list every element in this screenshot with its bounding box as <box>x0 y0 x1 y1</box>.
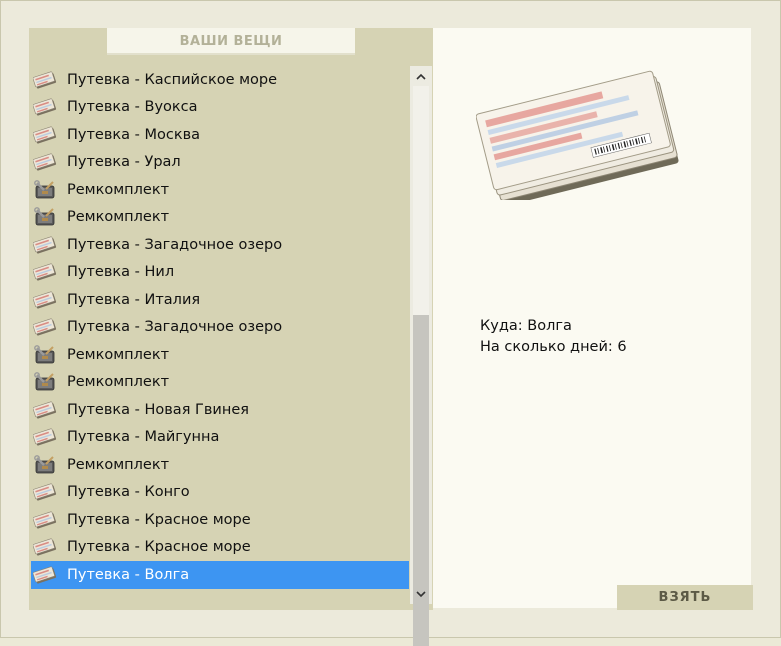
chevron-up-icon <box>416 73 426 80</box>
list-item-label: Ремкомплект <box>67 209 170 226</box>
list-item-label: Путевка - Италия <box>67 291 201 308</box>
ticket-icon <box>33 69 57 91</box>
repair-kit-icon <box>33 206 57 228</box>
list-item-label: Путевка - Вуокса <box>67 99 198 116</box>
list-item[interactable]: Ремкомплект <box>31 204 409 232</box>
list-item-label: Ремкомплект <box>67 181 170 198</box>
list-item[interactable]: Путевка - Загадочное озеро <box>31 314 409 342</box>
repair-kit-icon <box>33 179 57 201</box>
panel-title: ВАШИ ВЕЩИ <box>107 28 355 55</box>
list-item[interactable]: Путевка - Волга <box>31 561 409 589</box>
take-button[interactable]: ВЗЯТЬ <box>617 585 753 610</box>
list-item[interactable]: Ремкомплект <box>31 341 409 369</box>
list-item[interactable]: Путевка - Каспийское море <box>31 66 409 94</box>
chevron-down-icon <box>416 590 426 597</box>
list-item[interactable]: Путевка - Новая Гвинея <box>31 396 409 424</box>
list-item[interactable]: Путевка - Красное море <box>31 534 409 562</box>
repair-kit-icon <box>33 344 57 366</box>
ticket-icon <box>33 151 57 173</box>
list-item[interactable]: Ремкомплект <box>31 369 409 397</box>
destination-value: Волга <box>527 318 572 334</box>
ticket-icon <box>33 481 57 503</box>
ticket-icon <box>33 289 57 311</box>
ticket-icon <box>33 316 57 338</box>
list-item-label: Путевка - Конго <box>67 484 190 501</box>
scrollbar[interactable] <box>410 66 432 646</box>
list-item-label: Путевка - Загадочное озеро <box>67 319 283 336</box>
ticket-icon <box>33 124 57 146</box>
repair-kit-icon <box>33 454 57 476</box>
list-item-label: Ремкомплект <box>67 456 170 473</box>
list-item[interactable]: Путевка - Москва <box>31 121 409 149</box>
ticket-icon <box>33 234 57 256</box>
list-item-label: Путевка - Нил <box>67 264 175 281</box>
list-item-label: Путевка - Загадочное озеро <box>67 236 283 253</box>
list-item-label: Путевка - Москва <box>67 126 201 143</box>
destination-label: Куда: <box>480 318 523 334</box>
scroll-up-button[interactable] <box>410 66 432 86</box>
ticket-icon <box>33 564 57 586</box>
list-item[interactable]: Ремкомплект <box>31 176 409 204</box>
list-item-label: Ремкомплект <box>67 346 170 363</box>
list-item-label: Путевка - Красное море <box>67 511 251 528</box>
ticket-icon <box>33 426 57 448</box>
repair-kit-icon <box>33 371 57 393</box>
scroll-down-button[interactable] <box>410 584 432 604</box>
list-item-label: Путевка - Красное море <box>67 539 251 556</box>
destination-row: Куда: Волга <box>480 316 627 337</box>
list-item[interactable]: Путевка - Загадочное озеро <box>31 231 409 259</box>
ticket-icon <box>33 96 57 118</box>
days-label: На сколько дней: <box>480 339 613 355</box>
item-details: Куда: Волга На сколько дней: 6 <box>480 316 627 358</box>
list-item-label: Путевка - Новая Гвинея <box>67 401 249 418</box>
list-item[interactable]: Путевка - Нил <box>31 259 409 287</box>
list-item[interactable]: Путевка - Майгунна <box>31 424 409 452</box>
list-item[interactable]: Путевка - Конго <box>31 479 409 507</box>
ticket-icon <box>33 399 57 421</box>
ticket-icon <box>33 261 57 283</box>
ticket-icon <box>33 509 57 531</box>
list-item[interactable]: Путевка - Урал <box>31 149 409 177</box>
list-item[interactable]: Путевка - Красное море <box>31 506 409 534</box>
list-item[interactable]: Путевка - Италия <box>31 286 409 314</box>
items-list: Путевка - Каспийское море Путевка - Вуокс… <box>31 66 409 590</box>
list-item-label: Путевка - Урал <box>67 154 181 171</box>
list-item-label: Путевка - Майгунна <box>67 429 220 446</box>
list-item-label: Ремкомплект <box>67 374 170 391</box>
ticket-icon <box>33 536 57 558</box>
list-item[interactable]: Ремкомплект <box>31 451 409 479</box>
days-value: 6 <box>617 339 627 355</box>
days-row: На сколько дней: 6 <box>480 337 627 358</box>
ticket-bundle-image <box>475 58 682 206</box>
list-item[interactable]: Путевка - Вуокса <box>31 94 409 122</box>
list-item-label: Путевка - Волга <box>67 566 190 583</box>
list-item-label: Путевка - Каспийское море <box>67 71 278 88</box>
